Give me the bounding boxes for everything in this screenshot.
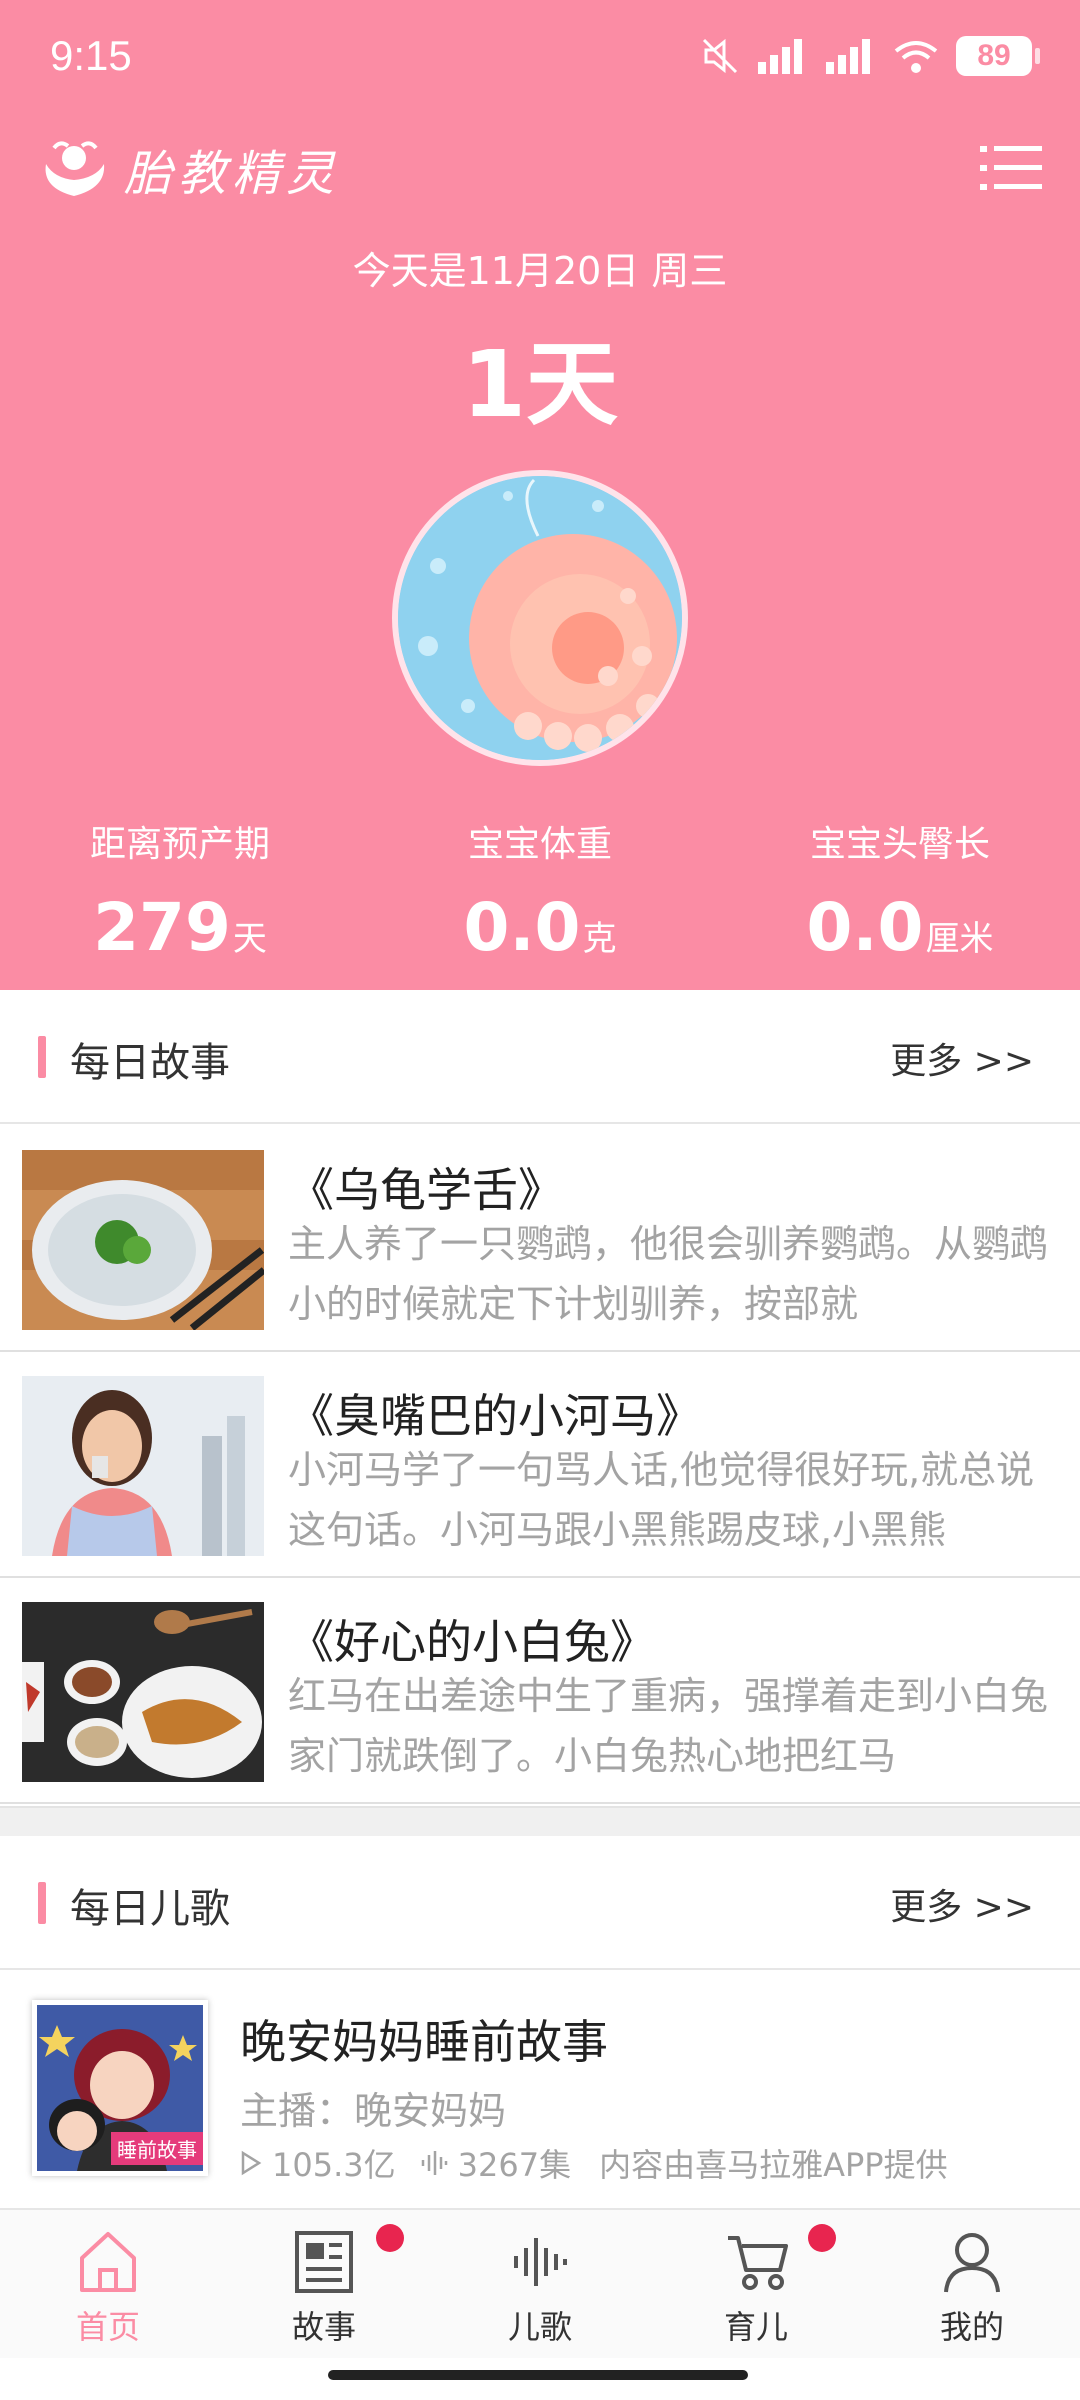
- story-title: 《乌龟学舌》: [288, 1163, 564, 1217]
- story-desc: 红马在出差途中生了重病，强撑着走到小白兔家门就跌倒了。小白兔热心地把红马: [288, 1674, 1049, 1778]
- play-count: 105.3亿: [272, 2146, 396, 2184]
- home-icon: [80, 2232, 136, 2292]
- more-stories-link[interactable]: 更多 >>: [890, 1032, 1034, 1084]
- section-title: 每日儿歌: [70, 1886, 230, 1932]
- story-title: 《臭嘴巴的小河马》: [288, 1389, 702, 1443]
- song-item[interactable]: 睡前故事 晚安妈妈睡前故事 主播：晚安妈妈 105.3亿 3267集 内容由喜马…: [0, 1970, 1080, 2206]
- story-item[interactable]: 《好心的小白兔》 红马在出差途中生了重病，强撑着走到小白兔家门就跌倒了。小白兔热…: [0, 1578, 1080, 1804]
- app-name: 胎教精灵: [124, 146, 341, 202]
- bottom-tab-bar: 首页 故事 儿歌 育儿 我的: [0, 2208, 1080, 2358]
- stat-value: 279天: [93, 889, 267, 966]
- signal-icon-2: [826, 39, 870, 74]
- more-songs-link[interactable]: 更多 >>: [890, 1878, 1034, 1930]
- stat-baby-length: 宝宝头臀长 0.0厘米: [720, 815, 1080, 966]
- app-bar: 胎教精灵: [0, 120, 1080, 220]
- pregnancy-days: 1天: [461, 331, 618, 438]
- user-icon: [944, 2233, 1000, 2293]
- status-icons: 89: [700, 30, 1040, 82]
- stat-label: 距离预产期: [89, 824, 270, 865]
- pregnancy-header: 9:15 89 胎教精灵 今天是11月20日 周三 1天 距离预产期 279天 …: [0, 0, 1080, 990]
- album-cover: 睡前故事: [32, 2000, 208, 2176]
- today-date: 今天是11月20日 周三: [352, 249, 728, 293]
- episode-count: 3267集: [457, 2146, 572, 2184]
- notification-dot: [808, 2224, 836, 2252]
- story-desc: 主人养了一只鹦鹉，他很会驯养鹦鹉。从鹦鹉小的时候就定下计划驯养，按部就: [288, 1222, 1049, 1326]
- story-thumbnail: [22, 1150, 264, 1330]
- audio-wave-icon: [421, 2151, 447, 2175]
- daily-song-header: 每日儿歌 更多 >>: [0, 1836, 1080, 1970]
- signal-icon: [758, 39, 802, 74]
- mute-icon: [702, 38, 738, 74]
- tab-home[interactable]: 首页: [0, 2210, 216, 2360]
- stat-value: 0.0厘米: [806, 889, 994, 966]
- section-title: 每日故事: [70, 1040, 230, 1086]
- song-host: 主播：晚安妈妈: [240, 2089, 507, 2133]
- stat-label: 宝宝头臀长: [809, 824, 990, 865]
- story-desc: 小河马学了一句骂人话,他觉得很好玩,就总说这句话。小河马跟小黑熊踢皮球,小黑熊: [288, 1448, 1035, 1552]
- tab-label: 故事: [291, 2308, 356, 2346]
- tab-story[interactable]: 故事: [216, 2210, 432, 2360]
- content-source: 内容由喜马拉雅APP提供: [599, 2146, 948, 2184]
- story-item[interactable]: 《乌龟学舌》 主人养了一只鹦鹉，他很会驯养鹦鹉。从鹦鹉小的时候就定下计划驯养，按…: [0, 1126, 1080, 1352]
- story-title: 《好心的小白兔》: [288, 1615, 656, 1669]
- section-divider: [0, 1806, 1080, 1838]
- stat-value: 0.0克: [463, 889, 617, 966]
- tab-label: 我的: [939, 2308, 1004, 2346]
- stroller-icon: [728, 2236, 788, 2290]
- daily-story-header: 每日故事 更多 >>: [0, 990, 1080, 1124]
- battery-indicator: 89: [956, 36, 1040, 76]
- cover-tag: 睡前故事: [111, 2132, 203, 2165]
- tab-parenting[interactable]: 育儿: [648, 2210, 864, 2360]
- song-title: 晚安妈妈睡前故事: [240, 2015, 608, 2069]
- pregnancy-stats: 距离预产期 279天 宝宝体重 0.0克 宝宝头臀长 0.0厘米: [0, 815, 1080, 966]
- section-marker: [38, 1882, 46, 1924]
- story-thumbnail: [22, 1602, 264, 1782]
- play-count-icon: [241, 2150, 262, 2176]
- notification-dot: [376, 2224, 404, 2252]
- tab-mine[interactable]: 我的: [864, 2210, 1080, 2360]
- stat-label: 宝宝体重: [467, 824, 612, 865]
- story-thumbnail: [22, 1376, 264, 1556]
- home-indicator[interactable]: [328, 2370, 748, 2380]
- menu-icon[interactable]: [980, 142, 1042, 194]
- tab-song[interactable]: 儿歌: [432, 2210, 648, 2360]
- stat-baby-weight: 宝宝体重 0.0克: [360, 815, 720, 966]
- tab-label: 儿歌: [507, 2308, 572, 2346]
- status-bar: 9:15 89: [0, 0, 1080, 115]
- app-logo: 胎教精灵: [40, 134, 340, 204]
- section-marker: [38, 1036, 46, 1078]
- tab-label: 育儿: [723, 2308, 788, 2346]
- song-meta: 105.3亿 3267集 内容由喜马拉雅APP提供: [240, 2140, 948, 2186]
- story-item[interactable]: 《臭嘴巴的小河马》 小河马学了一句骂人话,他觉得很好玩,就总说这句话。小河马跟小…: [0, 1352, 1080, 1578]
- status-time: 9:15: [50, 32, 132, 79]
- wifi-icon: [894, 41, 938, 73]
- newspaper-icon: [295, 2231, 353, 2293]
- tab-label: 首页: [75, 2308, 140, 2346]
- logo-icon: [45, 141, 105, 196]
- sound-wave-icon: [514, 2238, 567, 2286]
- embryo-illustration: [392, 470, 688, 766]
- stat-due-date: 距离预产期 279天: [0, 815, 360, 966]
